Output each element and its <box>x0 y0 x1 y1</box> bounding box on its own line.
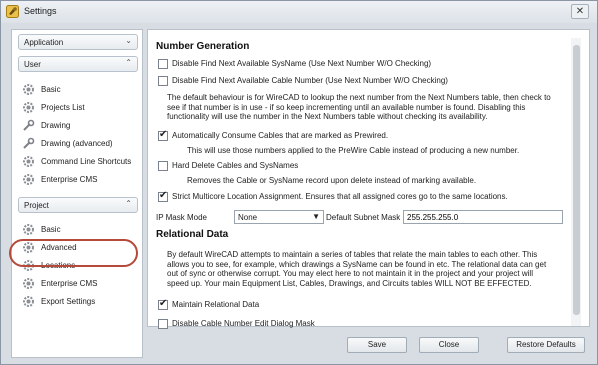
description-line: By default WireCAD attempts to maintain … <box>167 250 538 259</box>
sidebar-item-command-line-shortcuts[interactable]: Command Line Shortcuts <box>22 155 140 169</box>
settings-window: Settings ✕ Application ⌄ User ⌃ Basic Pr… <box>0 0 598 365</box>
sidebar-item-label: Basic <box>41 225 61 234</box>
checkbox-label: Disable Find Next Available SysName (Use… <box>172 59 432 68</box>
gear-icon <box>23 278 34 289</box>
maintain-relational-checkbox[interactable] <box>158 298 168 310</box>
description-line: speed up. Your main Equipment List, Cabl… <box>167 278 532 288</box>
checkbox-label: Disable Find Next Available Cable Number… <box>172 76 448 85</box>
default-subnet-mask-label: Default Subnet Mask <box>326 213 401 222</box>
gear-icon <box>23 84 34 95</box>
checkbox-label: Hard Delete Cables and SysNames <box>172 161 299 170</box>
hard-delete-checkbox[interactable] <box>158 161 168 171</box>
wrench-icon <box>23 137 35 149</box>
window-title: Settings <box>24 6 57 16</box>
application-section-header[interactable]: Application ⌄ <box>18 34 138 50</box>
chevron-up-icon: ⌃ <box>125 58 132 67</box>
sidebar-item-label: Drawing (advanced) <box>41 139 113 148</box>
sidebar-item-drawing-advanced[interactable]: Drawing (advanced) <box>22 137 140 151</box>
chevron-up-icon: ⌃ <box>125 199 132 208</box>
settings-sidebar: Application ⌄ User ⌃ Basic Projects List… <box>11 29 143 358</box>
relational-data-heading: Relational Data <box>156 229 229 240</box>
select-value: None <box>238 213 258 222</box>
settings-content-panel: Number Generation Disable Find Next Avai… <box>147 29 590 329</box>
ip-mask-mode-label: IP Mask Mode <box>156 213 207 222</box>
disable-find-cable-number-checkbox[interactable] <box>158 76 168 86</box>
save-button[interactable]: Save <box>347 337 407 353</box>
number-generation-heading: Number Generation <box>156 41 250 52</box>
hard-delete-description: Removes the Cable or SysName record upon… <box>187 176 477 185</box>
sidebar-item-export-settings[interactable]: Export Settings <box>22 295 140 309</box>
title-bar: Settings ✕ <box>1 1 597 23</box>
sidebar-item-label: Projects List <box>41 103 85 112</box>
description-line: The default behaviour is for WireCAD to … <box>167 93 551 102</box>
restore-defaults-button[interactable]: Restore Defaults <box>507 337 585 353</box>
ip-mask-mode-select[interactable]: None ▼ <box>234 210 324 224</box>
description-line: see if that number is in use - if so kee… <box>167 102 526 112</box>
wrench-icon <box>23 119 35 131</box>
sidebar-item-drawing[interactable]: Drawing <box>22 119 140 133</box>
sidebar-item-label: Basic <box>41 85 61 94</box>
scrollbar-thumb[interactable] <box>573 45 580 315</box>
gear-icon <box>23 224 34 235</box>
sidebar-item-projects-list[interactable]: Projects List <box>22 101 140 115</box>
checkbox-label: Disable Cable Number Edit Dialog Mask <box>172 319 315 328</box>
relational-data-description: By default WireCAD attempts to maintain … <box>167 250 546 288</box>
strict-multicore-checkbox[interactable] <box>158 190 168 202</box>
disable-cable-mask-checkbox[interactable] <box>158 319 168 329</box>
project-section-label: Project <box>24 201 49 210</box>
checkbox-label: Automatically Consume Cables that are ma… <box>172 131 389 140</box>
default-subnet-mask-input[interactable] <box>403 210 563 224</box>
description-line: allows you to see, for example, which dr… <box>167 259 547 269</box>
description-line: functionality will use the number in the… <box>167 112 488 122</box>
settings-app-icon <box>6 5 19 18</box>
sidebar-item-project-basic[interactable]: Basic <box>22 223 140 237</box>
chevron-down-icon: ⌄ <box>125 36 132 45</box>
consume-prewired-checkbox[interactable] <box>158 129 168 141</box>
next-number-description: The default behaviour is for WireCAD to … <box>167 93 551 122</box>
prewire-description: This will use those numbers applied to t… <box>187 146 520 155</box>
sidebar-item-label: Drawing <box>41 121 71 130</box>
gear-icon <box>23 296 34 307</box>
gear-icon <box>23 174 34 185</box>
sidebar-item-user-enterprise-cms[interactable]: Enterprise CMS <box>22 173 140 187</box>
project-section-header[interactable]: Project ⌃ <box>18 197 138 213</box>
gear-icon <box>23 156 34 167</box>
checkbox-label: Maintain Relational Data <box>172 300 260 309</box>
close-window-button[interactable]: ✕ <box>571 4 589 19</box>
sidebar-item-label: Enterprise CMS <box>41 279 98 288</box>
advanced-highlight-annotation <box>9 239 138 267</box>
gear-icon <box>23 102 34 113</box>
sidebar-item-project-enterprise-cms[interactable]: Enterprise CMS <box>22 277 140 291</box>
dropdown-arrow-icon: ▼ <box>312 212 320 221</box>
sidebar-item-user-basic[interactable]: Basic <box>22 83 140 97</box>
sidebar-item-label: Command Line Shortcuts <box>41 157 132 166</box>
sidebar-item-label: Export Settings <box>41 297 96 306</box>
user-section-header[interactable]: User ⌃ <box>18 56 138 72</box>
description-line: out of sync or otherwise corrupt. You ma… <box>167 269 533 279</box>
checkbox-label: Strict Multicore Location Assignment. En… <box>172 192 508 201</box>
disable-find-sysname-checkbox[interactable] <box>158 59 168 69</box>
application-section-label: Application <box>24 38 64 47</box>
close-button[interactable]: Close <box>419 337 479 353</box>
sidebar-item-label: Enterprise CMS <box>41 175 98 184</box>
user-section-label: User <box>24 60 41 69</box>
